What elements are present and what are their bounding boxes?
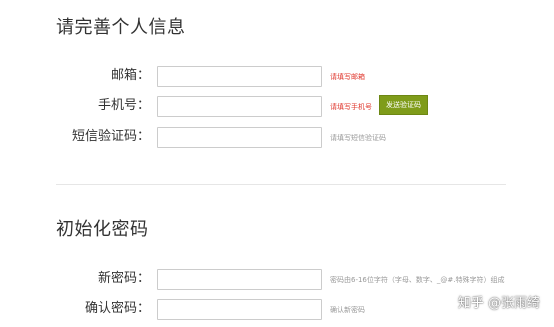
phone-hint: 请填写手机号 — [330, 103, 372, 111]
email-label: 邮箱： — [110, 68, 150, 83]
email-hint: 请填写邮箱 — [330, 73, 365, 81]
sms-code-label: 短信验证码： — [71, 129, 150, 144]
new-password-label: 新密码： — [97, 271, 150, 286]
sms-code-field[interactable] — [157, 127, 322, 148]
new-password-hint: 密码由6-16位字符（字母、数字、_@#.特殊字符）组成 — [330, 276, 505, 284]
password-section-title: 初始化密码 — [56, 219, 149, 240]
zhihu-watermark: 知乎 @张雨绮 — [457, 296, 540, 311]
confirm-password-label: 确认密码： — [84, 301, 150, 316]
phone-label: 手机号： — [97, 98, 150, 113]
email-field[interactable] — [157, 66, 322, 87]
new-password-field[interactable] — [157, 269, 322, 290]
profile-section-title: 请完善个人信息 — [56, 17, 186, 38]
confirm-password-field[interactable] — [157, 299, 322, 320]
confirm-password-hint: 确认新密码 — [330, 306, 365, 314]
sms-code-hint: 请填写短信验证码 — [330, 134, 386, 142]
section-divider — [56, 184, 506, 185]
phone-field[interactable] — [157, 96, 322, 117]
send-code-button[interactable]: 发送验证码 — [379, 95, 428, 115]
